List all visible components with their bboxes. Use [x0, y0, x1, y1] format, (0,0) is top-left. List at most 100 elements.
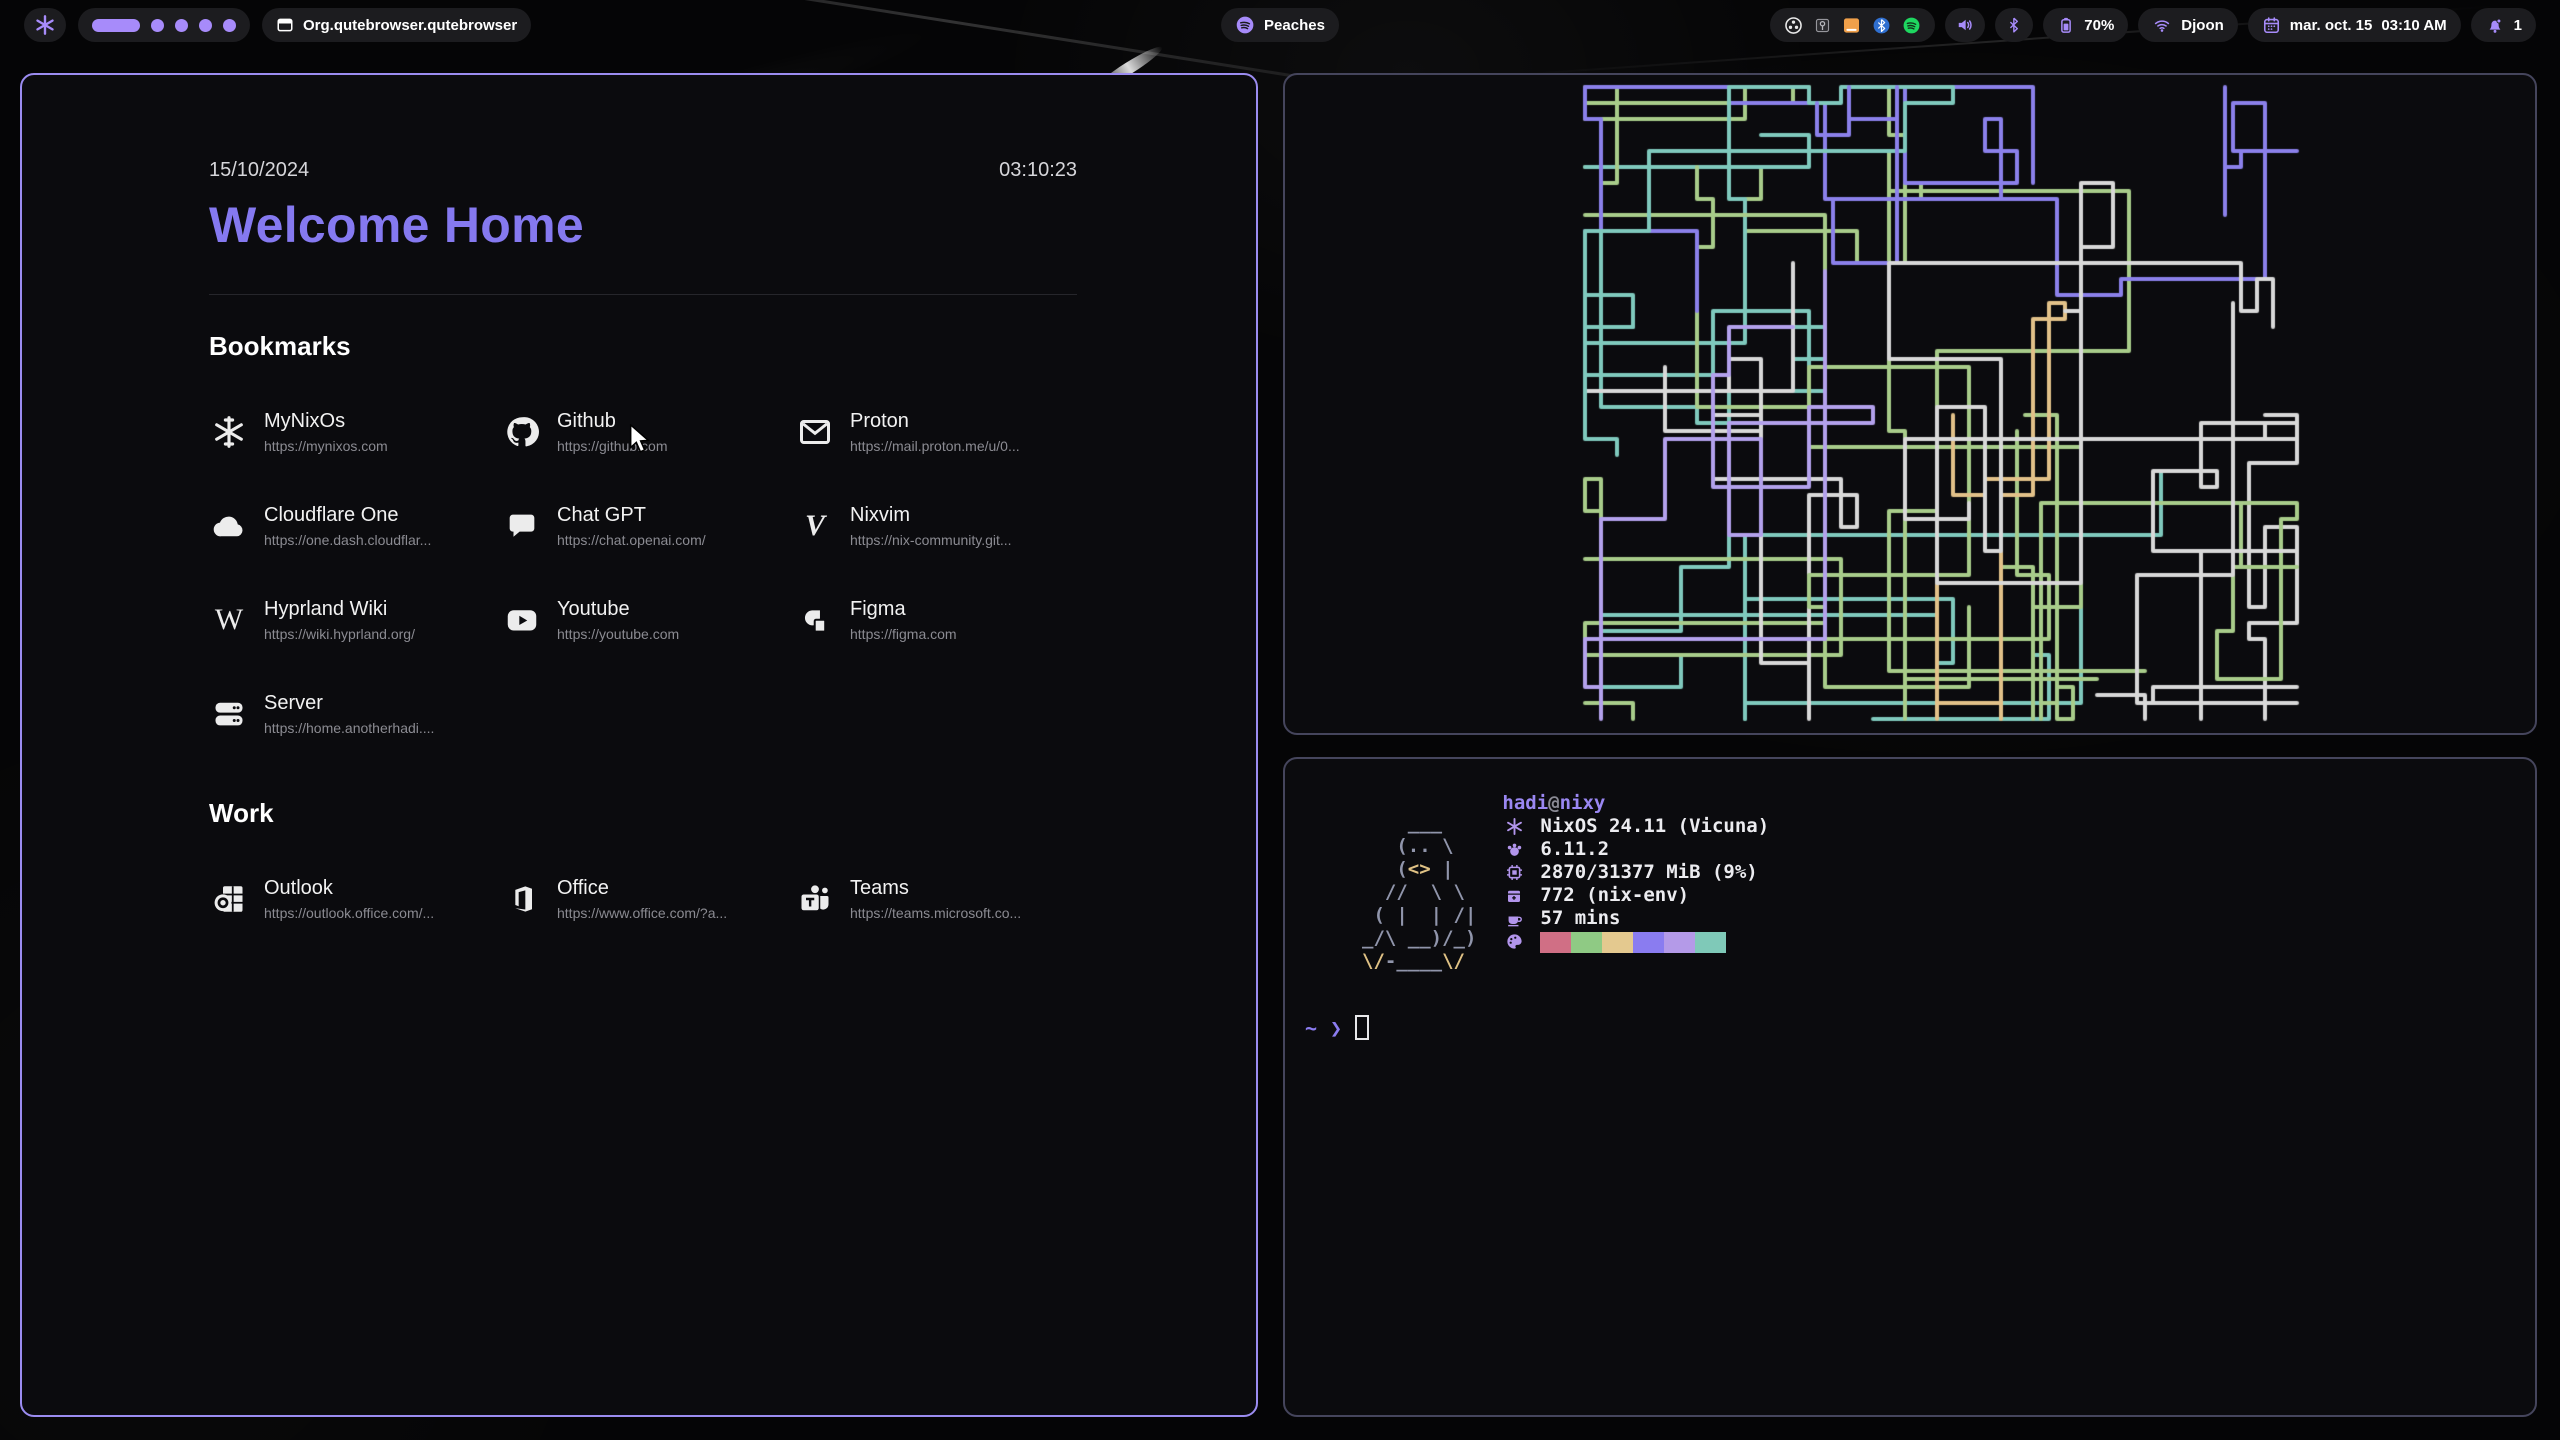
prompt-cwd: ~ [1305, 1016, 1317, 1040]
palette-row [1502, 930, 1769, 953]
bookmark-mynixos[interactable]: MyNixOs https://mynixos.com [209, 404, 502, 460]
bookmark-figma[interactable]: Figma https://figma.com [795, 592, 1077, 648]
figma-icon [795, 603, 835, 637]
workspace-1[interactable] [92, 19, 140, 32]
bookmark-youtube[interactable]: Youtube https://youtube.com [502, 592, 795, 648]
chat-bubble-icon [502, 509, 542, 543]
fastfetch-terminal-window: ___ (.. \ (<> | // \ \ ( | | /| _/\ __)/… [1283, 757, 2537, 1417]
bell-icon [2485, 15, 2505, 35]
workspace-2[interactable] [151, 19, 164, 32]
volume-widget[interactable] [1945, 8, 1985, 42]
startpage-content: 15/10/2024 03:10:23 Welcome Home Bookmar… [209, 75, 1077, 927]
clock-time: 03:10 AM [2381, 17, 2446, 34]
nixvim-v-icon: V [795, 509, 835, 543]
media-track-label: Peaches [1264, 17, 1325, 34]
network-widget[interactable]: Djoon [2138, 8, 2238, 42]
terminal-color-palette [1540, 932, 1726, 953]
snowflake-icon [1502, 817, 1526, 836]
page-title: Welcome Home [209, 196, 1077, 254]
server-icon [209, 696, 249, 732]
wifi-icon [2152, 16, 2172, 34]
clock-widget[interactable]: mar. oct. 15 03:10 AM [2248, 8, 2461, 42]
bookmark-cloudflare-one[interactable]: Cloudflare One https://one.dash.cloudfla… [209, 498, 502, 554]
palette-swatch [1695, 932, 1726, 953]
prompt-symbol: ❯ [1330, 1016, 1342, 1040]
bookmark-teams[interactable]: Teams https://teams.microsoft.co... [795, 871, 1077, 927]
spotify-icon [1235, 15, 1255, 35]
workspaces-widget [78, 8, 250, 42]
palette-swatch [1571, 932, 1602, 953]
memory-chip-icon [1502, 863, 1526, 882]
palette-icon [1502, 932, 1526, 951]
workspace-3[interactable] [175, 19, 188, 32]
palette-swatch [1664, 932, 1695, 953]
active-window-title: Org.qutebrowser.qutebrowser [303, 17, 517, 34]
tux-ascii-art: ___ (.. \ (<> | // \ \ ( | | /| _/\ __)/… [1362, 812, 1476, 973]
battery-percent: 70% [2084, 17, 2114, 34]
spotify-tray-icon[interactable] [1902, 16, 1921, 35]
mail-envelope-icon [795, 414, 835, 450]
keepassxc-tray-icon[interactable] [1814, 17, 1831, 34]
kernel-row: 6.11.2 [1502, 838, 1769, 861]
palette-swatch [1602, 932, 1633, 953]
wikipedia-w-icon: W [209, 603, 249, 637]
bookmark-chatgpt[interactable]: Chat GPT https://chat.openai.com/ [502, 498, 795, 554]
startpage-date: 15/10/2024 [209, 159, 309, 182]
package-icon [1502, 887, 1526, 905]
workspace-5[interactable] [223, 19, 236, 32]
bookmarks-heading: Bookmarks [209, 331, 1077, 362]
active-window-pill[interactable]: Org.qutebrowser.qutebrowser [262, 8, 531, 42]
outlook-icon [209, 881, 249, 917]
speaker-icon [1955, 15, 1975, 35]
files-tray-icon[interactable] [1842, 16, 1861, 35]
bookmarks-grid: MyNixOs https://mynixos.com Github https… [209, 404, 1077, 742]
startpage-time: 03:10:23 [999, 159, 1077, 182]
nixos-logo-icon [34, 14, 56, 36]
bookmark-outlook[interactable]: Outlook https://outlook.office.com/... [209, 871, 502, 927]
clock-date: mar. oct. 15 [2290, 17, 2373, 34]
kernel-icon [1502, 840, 1526, 859]
battery-widget[interactable]: 70% [2043, 8, 2128, 42]
workspace-indicators[interactable] [92, 19, 236, 32]
github-icon [502, 414, 542, 450]
bookmark-hyprland-wiki[interactable]: W Hyprland Wiki https://wiki.hyprland.or… [209, 592, 502, 648]
battery-icon [2057, 15, 2075, 35]
workspace-4[interactable] [199, 19, 212, 32]
calendar-icon [2262, 16, 2281, 35]
system-tray [1770, 8, 1935, 42]
obs-tray-icon[interactable] [1784, 16, 1803, 35]
nixos-snowflake-icon [209, 414, 249, 450]
status-right-group: 70% Djoon mar. oct. 15 03:10 AM 1 [1770, 8, 2536, 42]
fastfetch-output: ___ (.. \ (<> | // \ \ ( | | /| _/\ __)/… [1362, 792, 1769, 973]
launcher-button[interactable] [24, 8, 66, 42]
pipes-canvas [1285, 75, 2535, 733]
status-bar: Org.qutebrowser.qutebrowser Peaches [0, 6, 2560, 44]
memory-row: 2870/31377 MiB (9%) [1502, 861, 1769, 884]
bookmark-server[interactable]: Server https://home.anotherhadi.... [209, 686, 502, 742]
coffee-cup-icon [1502, 909, 1526, 928]
os-row: NixOS 24.11 (Vicuna) [1502, 815, 1769, 838]
bookmark-proton[interactable]: Proton https://mail.proton.me/u/0... [795, 404, 1077, 460]
bluetooth-icon [2005, 16, 2023, 34]
notifications-widget[interactable]: 1 [2471, 8, 2536, 42]
media-player-pill[interactable]: Peaches [1221, 8, 1339, 42]
notification-count: 1 [2514, 17, 2522, 34]
palette-swatch [1540, 932, 1571, 953]
divider [209, 294, 1077, 295]
youtube-icon [502, 602, 542, 638]
bookmark-nixvim[interactable]: V Nixvim https://nix-community.git... [795, 498, 1077, 554]
work-grid: Outlook https://outlook.office.com/... O… [209, 871, 1077, 927]
bookmark-office[interactable]: Office https://www.office.com/?a... [502, 871, 795, 927]
window-icon [276, 16, 294, 34]
terminal-cursor [1355, 1015, 1369, 1040]
hostname: nixy [1560, 792, 1606, 814]
bluetooth-widget[interactable] [1995, 8, 2033, 42]
user-host-line: hadi@nixy [1502, 792, 1769, 815]
pipes-terminal-window [1283, 73, 2537, 735]
network-ssid: Djoon [2181, 17, 2224, 34]
bluetooth-manager-tray-icon[interactable] [1872, 16, 1891, 35]
qutebrowser-window: 15/10/2024 03:10:23 Welcome Home Bookmar… [20, 73, 1258, 1417]
teams-icon [795, 881, 835, 917]
palette-swatch [1633, 932, 1664, 953]
shell-prompt[interactable]: ~ ❯ [1305, 1015, 1369, 1040]
